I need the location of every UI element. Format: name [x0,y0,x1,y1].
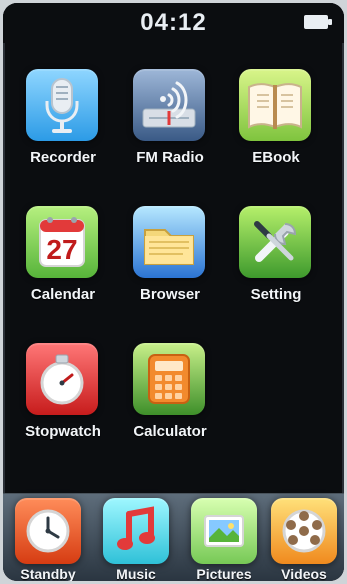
app-label: EBook [252,149,300,166]
app-label: Stopwatch [25,423,101,440]
app-fm-radio[interactable]: FM Radio [115,69,225,179]
app-recorder[interactable]: Recorder [8,69,118,179]
app-label: Recorder [30,149,96,166]
device-screen: 04:12 Recorder FM Radio EBook 27 Calenda… [3,3,344,581]
app-calendar[interactable]: 27 Calendar [8,206,118,316]
battery-icon [304,15,332,29]
dock-music[interactable]: Music [97,498,175,581]
film-reel-icon [271,498,337,564]
app-setting[interactable]: Setting [221,206,331,316]
dock-label: Standby [20,566,76,581]
app-label: Browser [139,286,201,303]
dock-label: Videos [281,566,327,581]
app-label: Calculator [133,423,207,440]
folder-icon [133,206,205,278]
app-calculator[interactable]: Calculator [115,343,225,453]
microphone-icon [26,69,98,141]
calendar-icon: 27 [26,206,98,278]
radio-icon [133,69,205,141]
book-icon [239,69,311,141]
app-browser[interactable]: Browser [115,206,225,316]
dock-pictures[interactable]: Pictures [185,498,263,581]
clock-icon [15,498,81,564]
dock-label: Pictures [196,566,252,581]
app-ebook[interactable]: EBook [221,69,331,179]
bottom-dock: Standby Music Pictures Videos [3,493,344,581]
dock-videos[interactable]: Videos [265,498,343,581]
app-label: Setting [250,286,302,303]
tools-icon [239,206,311,278]
app-stopwatch[interactable]: Stopwatch [8,343,118,453]
dock-label: Music [116,566,156,581]
calendar-day: 27 [46,234,78,265]
app-label: FM Radio [136,149,204,166]
status-time: 04:12 [140,9,207,36]
status-bar: 04:12 [3,3,344,43]
dock-standby[interactable]: Standby [9,498,87,581]
pictures-icon [191,498,257,564]
music-note-icon [103,498,169,564]
stopwatch-icon [26,343,98,415]
calculator-icon [133,343,205,415]
app-label: Calendar [30,286,96,303]
